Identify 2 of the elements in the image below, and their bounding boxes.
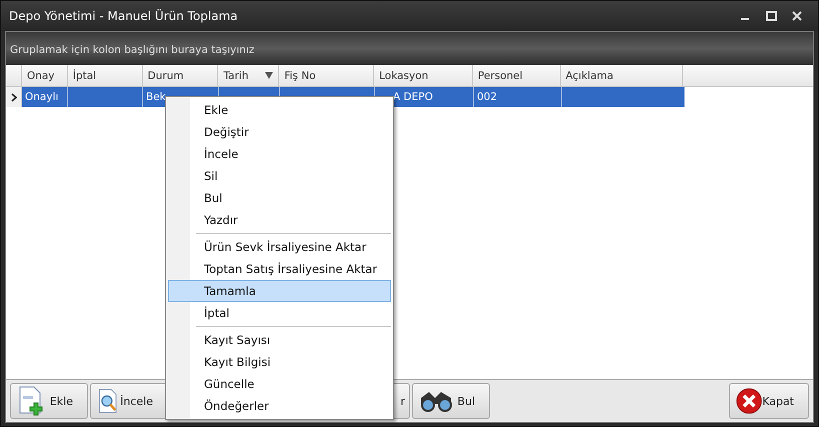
group-hint: Gruplamak için kolon başlığını buraya taşıyınız [10, 44, 254, 56]
window-title: Depo Yönetimi - Manuel Ürün Toplama [9, 9, 239, 23]
